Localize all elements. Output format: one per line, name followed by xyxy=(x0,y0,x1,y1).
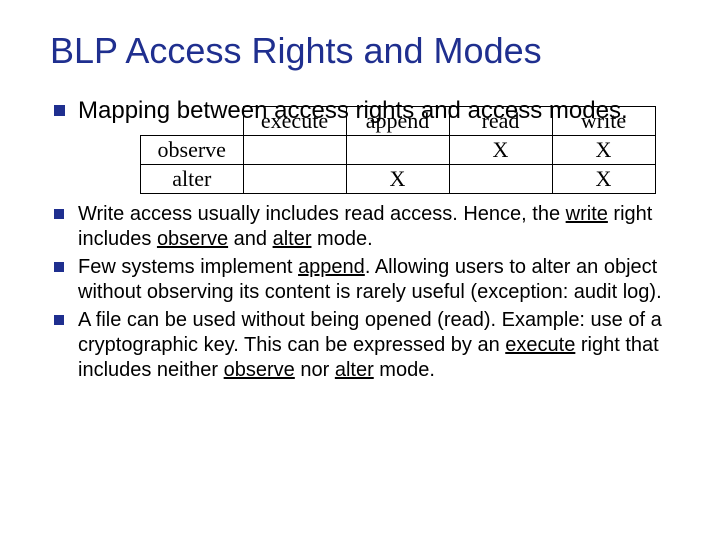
cell: X xyxy=(552,165,655,194)
cell xyxy=(243,165,346,194)
cell xyxy=(243,136,346,165)
cell: X xyxy=(346,165,449,194)
cell: X xyxy=(552,136,655,165)
table-row: alter X X xyxy=(141,165,656,194)
row-alter: alter xyxy=(141,165,244,194)
cell xyxy=(449,165,552,194)
slide-title: BLP Access Rights and Modes xyxy=(50,30,670,72)
table-row: observe X X xyxy=(141,136,656,165)
bullet-execute: A file can be used without being opened … xyxy=(50,308,670,383)
bullet-write: Write access usually includes read acces… xyxy=(50,202,670,252)
bullet-append: Few systems implement append. Allowing u… xyxy=(50,255,670,305)
row-observe: observe xyxy=(141,136,244,165)
lead-bullet: Mapping between access rights and access… xyxy=(50,96,670,126)
cell xyxy=(346,136,449,165)
cell: X xyxy=(449,136,552,165)
